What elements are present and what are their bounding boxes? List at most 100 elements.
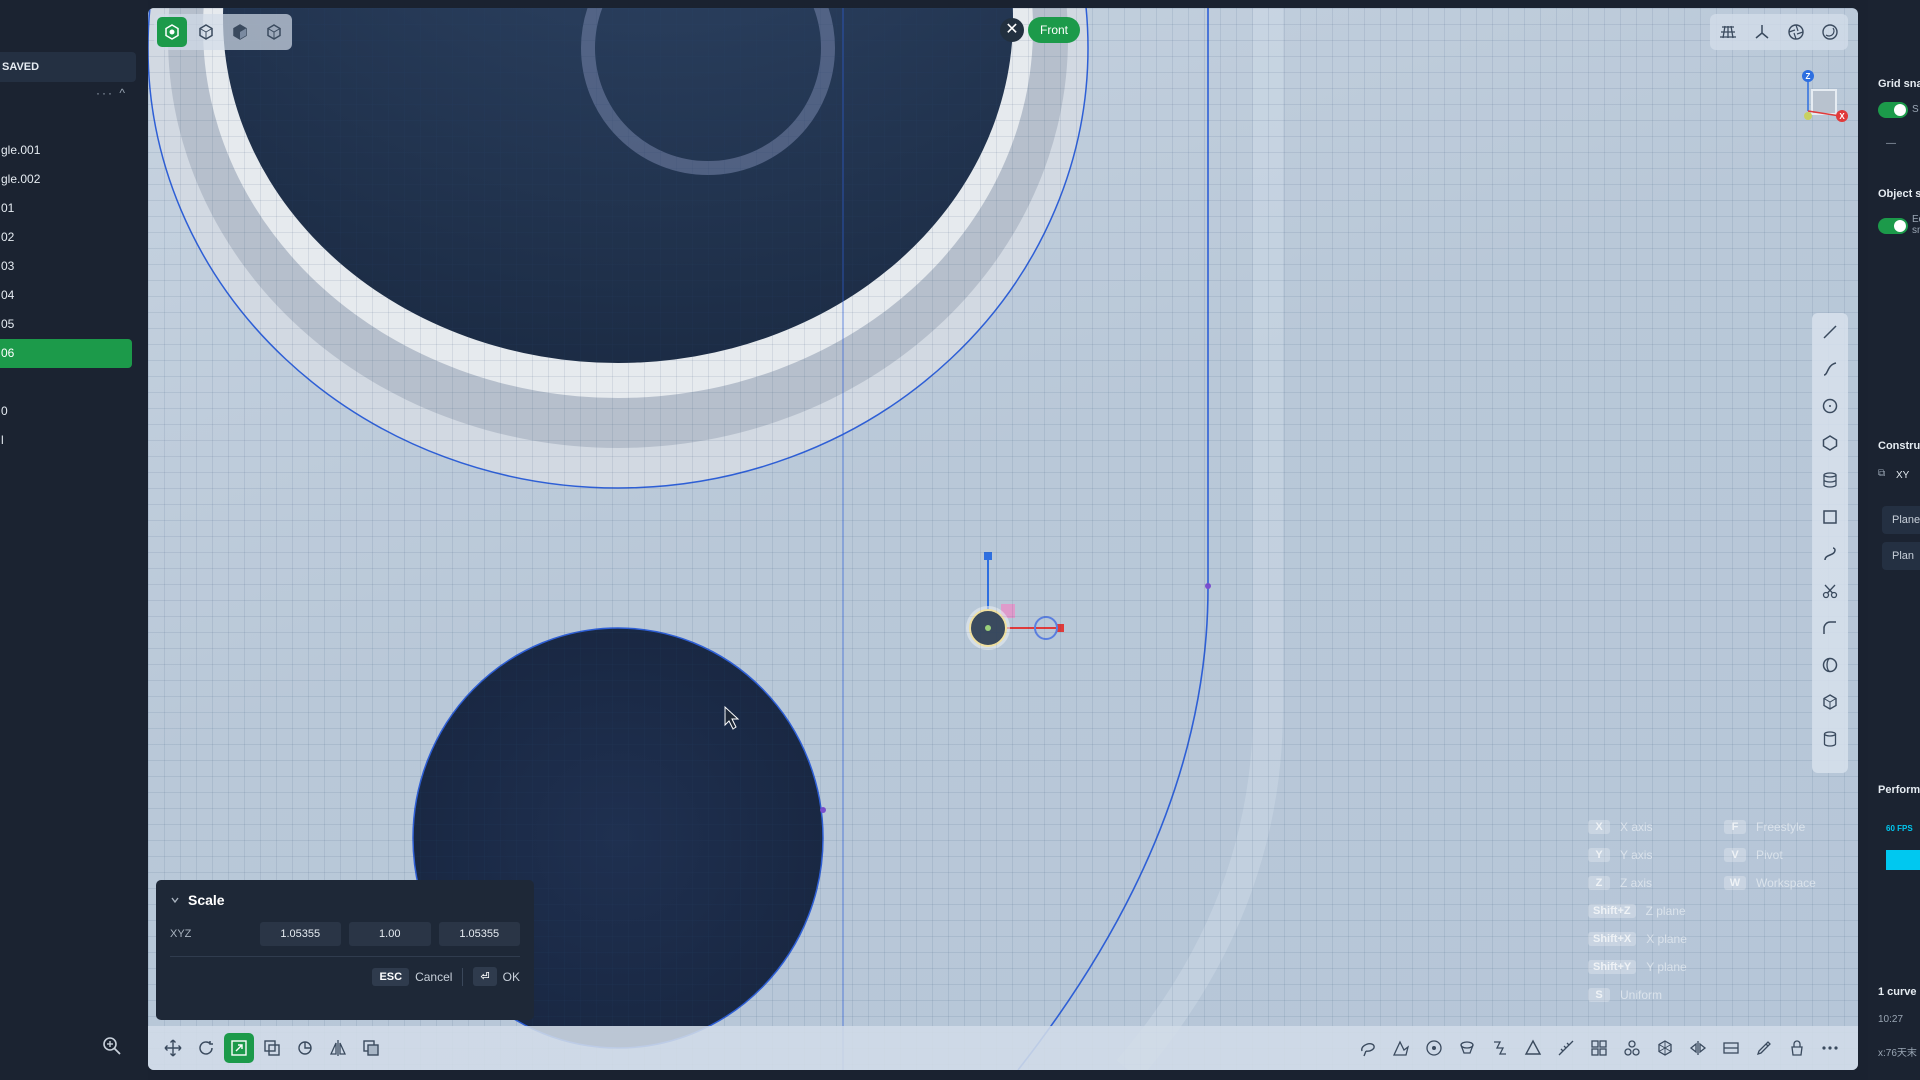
selection-info: 1 curve xyxy=(1878,986,1917,998)
object-snap-short: Ed sn xyxy=(1912,214,1920,236)
cylinder-tool-button[interactable] xyxy=(1815,724,1845,754)
grid-snap-short: S xyxy=(1912,104,1919,115)
extrude-tool-button[interactable] xyxy=(1815,687,1845,717)
hint-item: XX axis xyxy=(1588,820,1653,834)
rectangle-tool-button[interactable] xyxy=(1815,502,1845,532)
layers-tool-button[interactable] xyxy=(1815,465,1845,495)
list-item[interactable]: 02 xyxy=(0,223,132,252)
list-item[interactable]: gle.001 xyxy=(0,136,132,165)
grid-snap-toggle[interactable] xyxy=(1878,102,1908,118)
list-item[interactable]: l xyxy=(0,426,132,455)
circle-tool-button[interactable] xyxy=(1815,391,1845,421)
scale-tool-button[interactable] xyxy=(224,1033,254,1063)
list-item[interactable]: 03 xyxy=(0,252,132,281)
scale-operator-panel: Scale XYZ 1.05355 1.00 1.05355 ESC Cance… xyxy=(156,880,534,1020)
axes-toggle-button[interactable] xyxy=(1747,17,1777,47)
zoom-to-fit-icon[interactable] xyxy=(102,1036,122,1056)
loft-tool-button[interactable] xyxy=(1452,1033,1482,1063)
sculpt-icon xyxy=(1392,1040,1410,1056)
shaded-view-button[interactable] xyxy=(225,17,255,47)
line-tool-button[interactable] xyxy=(1815,317,1845,347)
plane-button-2[interactable]: Plan xyxy=(1882,542,1920,570)
plane-button-1[interactable]: Plane xyxy=(1882,506,1920,534)
hint-item: V Pivot xyxy=(1724,848,1783,862)
scale-x-input[interactable]: 1.05355 xyxy=(259,922,341,946)
section-tool-button[interactable] xyxy=(1716,1033,1746,1063)
rotate-tool-button[interactable] xyxy=(191,1033,221,1063)
array-tool-button[interactable] xyxy=(290,1033,320,1063)
list-item[interactable]: 0 xyxy=(0,397,132,426)
lasso-tool-button[interactable] xyxy=(1353,1033,1383,1063)
list-item[interactable]: 01 xyxy=(0,194,132,223)
scale-y-input[interactable]: 1.00 xyxy=(349,922,431,946)
view-name-badge[interactable]: Front xyxy=(1028,17,1081,43)
revolve-tool-button[interactable] xyxy=(1815,650,1845,680)
curve-tool-button[interactable] xyxy=(1815,354,1845,384)
polygon-icon xyxy=(1822,435,1838,451)
outliner-collapse-controls[interactable]: ··· ^ xyxy=(96,86,127,100)
grid-snap-label: Grid snap xyxy=(1878,78,1920,90)
fillet-tool-button[interactable] xyxy=(1815,613,1845,643)
list-item[interactable]: 04 xyxy=(0,281,132,310)
pen-tool-button[interactable] xyxy=(1749,1033,1779,1063)
close-view-button[interactable]: ✕ xyxy=(1000,18,1024,42)
target-icon xyxy=(1426,1040,1442,1056)
fillet-icon xyxy=(1823,621,1836,634)
pen-icon xyxy=(1756,1041,1771,1056)
list-item[interactable]: gle.002 xyxy=(0,165,132,194)
move-icon xyxy=(164,1039,182,1057)
list-item[interactable] xyxy=(0,368,132,397)
draw-tools-toolbar xyxy=(1812,313,1848,773)
construction-plane-label: Constru xyxy=(1878,440,1920,452)
symmetry-tool-button[interactable] xyxy=(1683,1033,1713,1063)
divider xyxy=(462,967,464,986)
duplicate-tool-button[interactable] xyxy=(257,1033,287,1063)
environment-button[interactable] xyxy=(1815,17,1845,47)
trim-tool-button[interactable] xyxy=(1815,576,1845,606)
scale-z-input[interactable]: 1.05355 xyxy=(438,922,520,946)
scale-panel-header[interactable]: Scale xyxy=(170,892,520,908)
aperture-icon xyxy=(1788,24,1804,40)
bucket-tool-button[interactable] xyxy=(1782,1033,1812,1063)
list-item-selected[interactable]: 06 xyxy=(0,339,132,368)
list-item[interactable]: 05 xyxy=(0,310,132,339)
sculpt-tool-button[interactable] xyxy=(1386,1033,1416,1063)
outline-view-button[interactable] xyxy=(259,17,289,47)
wire-view-button[interactable] xyxy=(191,17,221,47)
wireframe-cube-icon xyxy=(199,24,213,40)
y-axis-icon xyxy=(1804,112,1812,120)
more-tools-button[interactable] xyxy=(1815,1033,1845,1063)
svg-text:X: X xyxy=(1839,112,1845,121)
solid-view-button[interactable] xyxy=(157,17,187,47)
render-settings-button[interactable] xyxy=(1781,17,1811,47)
coord-info: x:76天末 xyxy=(1878,1048,1917,1059)
measure-tool-button[interactable] xyxy=(1551,1033,1581,1063)
move-tool-button[interactable] xyxy=(158,1033,188,1063)
lasso-icon xyxy=(1361,1043,1375,1057)
cancel-button[interactable]: Cancel xyxy=(415,970,452,984)
fps-meter xyxy=(1886,850,1920,870)
properties-panel: Grid snap S — Object sn Ed sn Constru ⧉ … xyxy=(1868,0,1920,1080)
grid-toggle-button[interactable] xyxy=(1713,17,1743,47)
view-tools-toolbar xyxy=(1710,14,1848,50)
mirror-tool-button[interactable] xyxy=(323,1033,353,1063)
sweep-tool-button[interactable] xyxy=(1485,1033,1515,1063)
grid-array-button[interactable] xyxy=(1584,1033,1614,1063)
3d-viewport[interactable]: ✕ Front Z X X X axis Y Y axis Z Z axis S… xyxy=(148,8,1858,1070)
triangle-tool-button[interactable] xyxy=(1518,1033,1548,1063)
boolean-tool-button[interactable] xyxy=(356,1033,386,1063)
spline-tool-button[interactable] xyxy=(1815,539,1845,569)
grid-squares-icon xyxy=(1591,1040,1607,1056)
snap-tool-button[interactable] xyxy=(1419,1033,1449,1063)
navigation-cube[interactable]: Z X xyxy=(1778,66,1848,136)
sphere-icon xyxy=(1822,24,1838,40)
ok-button[interactable]: OK xyxy=(503,970,520,984)
group-tool-button[interactable] xyxy=(1617,1033,1647,1063)
scale-values-row: XYZ 1.05355 1.00 1.05355 xyxy=(170,922,520,946)
object-snap-toggle[interactable] xyxy=(1878,218,1908,234)
mesh-tool-button[interactable] xyxy=(1650,1033,1680,1063)
triangle-icon xyxy=(1524,1039,1542,1055)
save-status-badge: SAVED xyxy=(0,52,136,82)
polygon-tool-button[interactable] xyxy=(1815,428,1845,458)
performance-label: Performa xyxy=(1878,784,1920,796)
